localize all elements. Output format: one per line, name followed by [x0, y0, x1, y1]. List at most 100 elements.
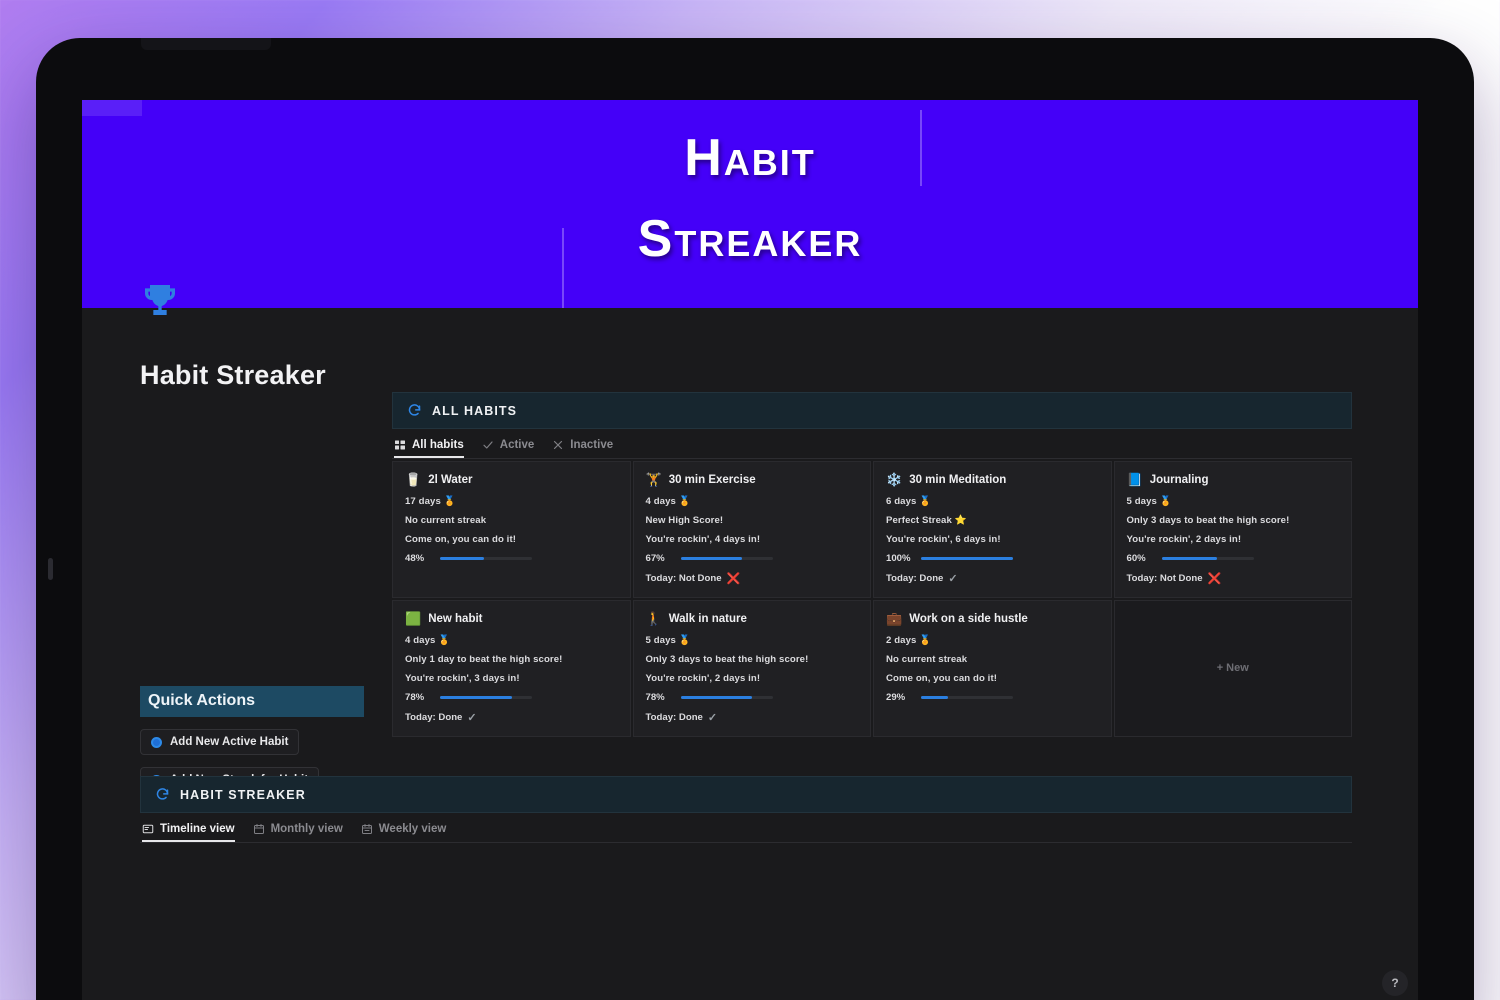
habit-card-progress-bar: [440, 557, 532, 560]
tab-all-habits[interactable]: All habits: [394, 439, 464, 458]
habit-card-status: Only 3 days to beat the high score!: [645, 654, 809, 665]
device-notch: [141, 38, 271, 50]
done-check-icon: ✓: [948, 573, 958, 585]
habit-card-title-row: ❄️ 30 min Meditation: [886, 473, 1099, 486]
meditation-icon: ❄️: [886, 472, 903, 487]
habit-card-today: Today: Not Done ❌: [646, 572, 859, 585]
habit-card-percent: 100%: [886, 553, 911, 564]
all-habits-panel-header: ALL HABITS: [392, 392, 1352, 429]
habit-card-days: 4 days 🏅: [645, 496, 691, 507]
habit-card-title: New habit: [428, 612, 483, 625]
habit-card-progress: 60%: [1127, 553, 1340, 564]
habit-card-today: Today: Done ✓: [886, 572, 1099, 585]
tab-weekly-view[interactable]: Weekly view: [361, 823, 446, 842]
briefcase-icon: 💼: [886, 611, 903, 626]
habit-card-title: 30 min Meditation: [909, 473, 1007, 486]
habit-card-message: You're rockin', 3 days in!: [405, 673, 520, 684]
habit-card-title-row: 💼 Work on a side hustle: [886, 612, 1099, 625]
habit-card-progress-bar: [1161, 557, 1254, 560]
habits-tabs: All habits Active Inactive: [392, 429, 1352, 458]
habit-card-title: Work on a side hustle: [909, 612, 1028, 625]
x-icon: [554, 440, 563, 450]
tab-active[interactable]: Active: [482, 439, 535, 458]
habit-card[interactable]: 🟩 New habit 4 days 🏅 Only 1 day to beat the…: [392, 600, 631, 737]
habit-card-today-label: Today: Not Done: [1126, 573, 1203, 584]
habit-card-status: Only 3 days to beat the high score!: [1126, 515, 1290, 526]
habit-card-progress-bar: [680, 557, 773, 560]
habit-card-status: Perfect Streak ⭐: [886, 515, 967, 526]
habit-card-days: 4 days 🏅: [405, 635, 451, 646]
not-done-x-icon: ❌: [726, 573, 741, 585]
habit-card-percent: 67%: [645, 553, 665, 564]
habits-tabs-rule: [392, 458, 1352, 459]
habit-card-title: 30 min Exercise: [668, 473, 756, 486]
habit-card-status: New High Score!: [645, 515, 724, 526]
habit-card-days: 6 days 🏅: [886, 496, 932, 507]
habit-card-progress-bar: [921, 557, 1013, 560]
habit-card[interactable]: 📘 Journaling 5 days 🏅 Only 3 days to beat t…: [1113, 461, 1352, 598]
tab-active-label: Active: [499, 439, 535, 451]
tab-timeline-view-label: Timeline view: [160, 823, 235, 835]
habit-card[interactable]: ❄️ 30 min Meditation 6 days 🏅 Perfect Strea…: [873, 461, 1112, 598]
add-new-habit-card[interactable]: + New: [1113, 600, 1352, 737]
habit-card-message: You're rockin', 2 days in!: [645, 673, 761, 684]
habit-card-percent: 60%: [1126, 553, 1146, 564]
habit-card-progress: 67%: [646, 553, 859, 564]
habit-card-today: Today: Not Done ❌: [1127, 572, 1340, 585]
refresh-icon[interactable]: [155, 787, 170, 802]
hero-title-line2: Streaker: [637, 209, 863, 268]
tab-monthly-view-label: Monthly view: [270, 823, 343, 835]
habit-card-today: Today: Done ✓: [405, 711, 618, 724]
habit-card-days: 5 days 🏅: [1126, 496, 1172, 507]
tab-timeline-view[interactable]: Timeline view: [142, 823, 235, 842]
timeline-tabs: Timeline view Monthly view Weekly view: [140, 813, 1352, 842]
habit-card-percent: 78%: [405, 692, 425, 703]
habit-card-progress-bar: [921, 696, 1013, 699]
habit-card[interactable]: 🚶 Walk in nature 5 days 🏅 Only 3 days to be…: [632, 600, 871, 737]
screen: Habit Streaker Habit Streaker Quick Acti…: [82, 100, 1418, 1000]
habit-card-title-row: 🥛 2l Water: [405, 473, 618, 486]
habit-card-today-label: Today: Done: [645, 712, 703, 723]
tab-all-habits-label: All habits: [412, 439, 464, 451]
quick-actions-header: Quick Actions: [140, 686, 364, 717]
habit-card-today: Today: Done ✓: [646, 711, 859, 724]
habit-card-title: Walk in nature: [668, 612, 747, 625]
journal-icon: 📘: [1126, 472, 1143, 487]
all-habits-panel: ALL HABITS All habits Active Inactive 🥛 …: [392, 392, 1352, 737]
add-new-active-habit-button[interactable]: Add New Active Habit: [140, 729, 300, 755]
tab-inactive[interactable]: Inactive: [552, 439, 613, 458]
habit-card-title-row: 🟩 New habit: [405, 612, 618, 625]
device-side-button: [48, 558, 53, 580]
habit-card-today-label: Today: Not Done: [645, 573, 722, 584]
habit-card-days: 17 days 🏅: [405, 496, 456, 507]
habit-card-progress: 78%: [646, 692, 859, 703]
habit-card[interactable]: 🏋️ 30 min Exercise 4 days 🏅 New High Score!…: [632, 461, 871, 598]
done-check-icon: ✓: [707, 712, 718, 724]
hero-decorative-block: [82, 100, 142, 116]
check-icon: [483, 441, 493, 449]
habit-card-progress-bar: [680, 696, 773, 699]
habit-card-title: 2l Water: [428, 473, 473, 486]
hero-title-line1: Habit: [684, 129, 816, 187]
habit-card[interactable]: 💼 Work on a side hustle 2 days 🏅 No current…: [873, 600, 1112, 737]
hero-header: Habit Streaker: [82, 100, 1418, 315]
dumbbell-icon: 🏋️: [645, 472, 662, 487]
habit-card[interactable]: 🥛 2l Water 17 days 🏅 No current streak Come …: [392, 461, 631, 598]
help-button[interactable]: ?: [1382, 970, 1408, 996]
habit-card-today-label: Today: Done: [405, 712, 463, 723]
habit-card-progress: 29%: [886, 692, 1099, 703]
grid-icon: [395, 440, 405, 450]
habit-card-message: You're rockin', 6 days in!: [886, 534, 1001, 545]
refresh-icon[interactable]: [407, 403, 422, 418]
habit-card-title: Journaling: [1149, 473, 1209, 486]
water-glass-icon: 🥛: [405, 472, 422, 487]
tab-monthly-view[interactable]: Monthly view: [253, 823, 343, 842]
timeline-icon: [142, 824, 154, 834]
habit-card-title-row: 📘 Journaling: [1127, 473, 1340, 486]
habit-card-status: Only 1 day to beat the high score!: [405, 654, 563, 665]
habit-card-message: You're rockin', 2 days in!: [1126, 534, 1242, 545]
habit-card-title-row: 🏋️ 30 min Exercise: [646, 473, 859, 486]
habit-card-message: Come on, you can do it!: [886, 673, 998, 684]
hero-title: Habit Streaker: [82, 118, 1418, 279]
tab-inactive-label: Inactive: [570, 439, 614, 451]
